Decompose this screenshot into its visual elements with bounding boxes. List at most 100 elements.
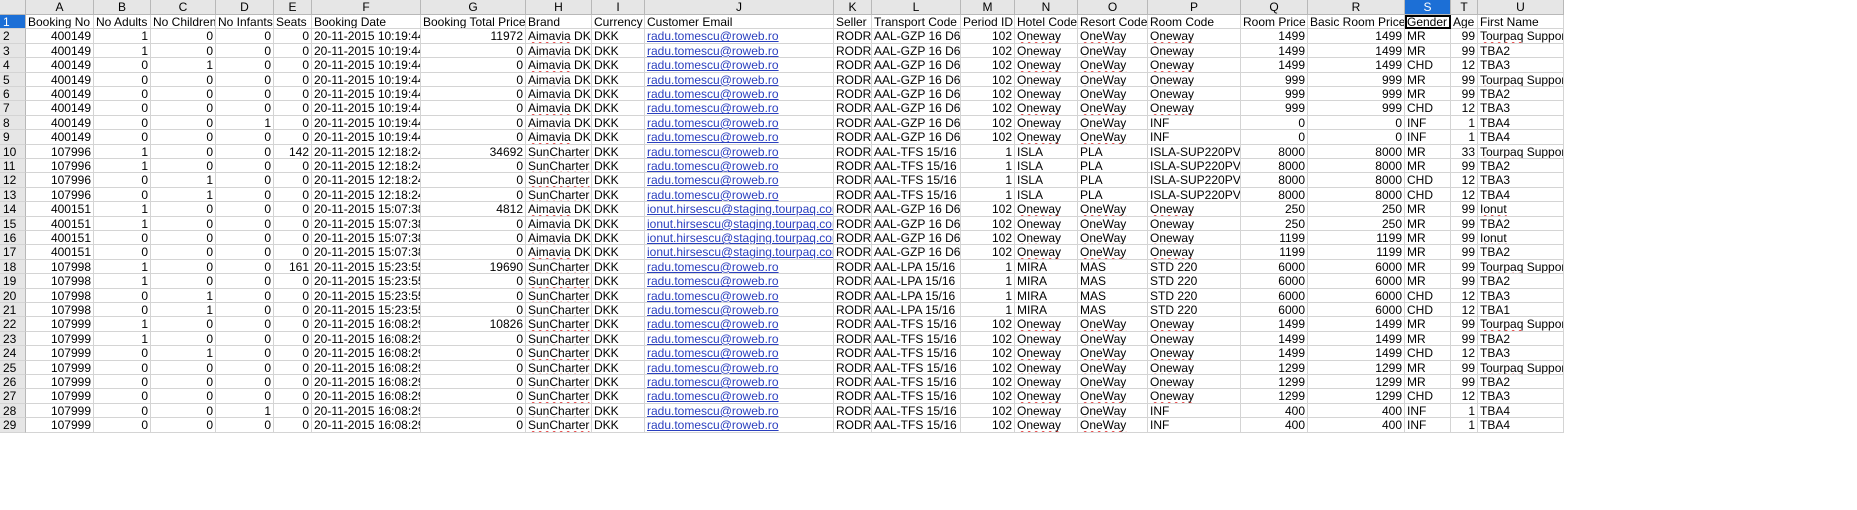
- table-cell[interactable]: 0: [94, 403, 151, 419]
- table-cell[interactable]: RODR: [834, 216, 872, 231]
- table-cell[interactable]: Oneway: [1148, 389, 1241, 404]
- table-cell[interactable]: SunCharter: [526, 187, 592, 203]
- table-cell[interactable]: MR: [1405, 317, 1451, 332]
- table-cell[interactable]: 102: [961, 331, 1015, 347]
- table-cell[interactable]: 8000: [1241, 187, 1308, 203]
- table-cell[interactable]: 107996: [26, 187, 94, 203]
- table-cell[interactable]: 20-11-2015 10:19:44: [312, 87, 421, 102]
- row-header-24[interactable]: 24: [0, 346, 26, 361]
- table-cell[interactable]: 1: [94, 29, 151, 44]
- row-header-29[interactable]: 29: [0, 418, 26, 433]
- table-cell[interactable]: INF: [1405, 418, 1451, 433]
- table-cell[interactable]: AAL-TFS 15/16: [872, 187, 961, 203]
- table-cell[interactable]: SunCharter: [526, 317, 592, 332]
- row-header-17[interactable]: 17: [0, 245, 26, 260]
- column-header-R[interactable]: R: [1308, 0, 1405, 15]
- table-cell[interactable]: 0: [1308, 115, 1405, 131]
- table-cell[interactable]: DKK: [592, 375, 645, 390]
- table-cell[interactable]: 1199: [1241, 245, 1308, 260]
- table-cell[interactable]: Oneway: [1015, 101, 1078, 116]
- table-cell[interactable]: 4812: [421, 202, 526, 217]
- column-header-U[interactable]: U: [1478, 0, 1564, 15]
- table-cell[interactable]: 99: [1451, 202, 1478, 217]
- table-cell[interactable]: 20-11-2015 15:07:38: [312, 202, 421, 217]
- table-cell[interactable]: 1199: [1308, 245, 1405, 260]
- table-cell[interactable]: radu.tomescu@roweb.ro: [645, 259, 834, 275]
- table-cell[interactable]: Oneway: [1015, 389, 1078, 404]
- table-cell[interactable]: DKK: [592, 130, 645, 145]
- table-cell[interactable]: radu.tomescu@roweb.ro: [645, 360, 834, 375]
- table-cell[interactable]: SunCharter: [526, 303, 592, 318]
- table-cell[interactable]: Aimavia DK: [526, 101, 592, 116]
- table-cell[interactable]: AAL-TFS 15/16: [872, 346, 961, 361]
- table-cell[interactable]: 1499: [1308, 331, 1405, 347]
- table-cell[interactable]: OneWay: [1078, 202, 1148, 217]
- table-cell[interactable]: 999: [1241, 87, 1308, 102]
- table-cell[interactable]: 99: [1451, 317, 1478, 332]
- table-cell[interactable]: 6000: [1308, 303, 1405, 318]
- table-cell[interactable]: 1199: [1308, 231, 1405, 246]
- table-cell[interactable]: radu.tomescu@roweb.ro: [645, 159, 834, 174]
- table-cell[interactable]: 102: [961, 130, 1015, 145]
- table-cell[interactable]: 12: [1451, 288, 1478, 303]
- header-cell-C[interactable]: No Children: [151, 15, 216, 30]
- table-cell[interactable]: PLA: [1078, 173, 1148, 188]
- table-cell[interactable]: Oneway: [1015, 58, 1078, 73]
- table-cell[interactable]: SunCharter: [526, 173, 592, 188]
- table-cell[interactable]: RODR: [834, 187, 872, 203]
- table-cell[interactable]: 1: [961, 144, 1015, 159]
- table-cell[interactable]: 20-11-2015 10:19:44: [312, 101, 421, 116]
- row-header-6[interactable]: 6: [0, 87, 26, 102]
- table-cell[interactable]: RODR: [834, 245, 872, 260]
- table-cell[interactable]: DKK: [592, 202, 645, 217]
- row-header-21[interactable]: 21: [0, 303, 26, 318]
- table-cell[interactable]: MR: [1405, 274, 1451, 289]
- table-cell[interactable]: 400149: [26, 87, 94, 102]
- table-cell[interactable]: radu.tomescu@roweb.ro: [645, 274, 834, 289]
- table-cell[interactable]: INF: [1405, 115, 1451, 131]
- table-cell[interactable]: 1: [94, 331, 151, 347]
- table-cell[interactable]: 6000: [1241, 288, 1308, 303]
- table-cell[interactable]: ISLA-SUP220PV: [1148, 173, 1241, 188]
- table-cell[interactable]: Aimavia DK: [526, 58, 592, 73]
- table-cell[interactable]: 0: [151, 360, 216, 375]
- table-cell[interactable]: AAL-TFS 15/16: [872, 144, 961, 159]
- table-cell[interactable]: 34692: [421, 144, 526, 159]
- table-cell[interactable]: 107999: [26, 389, 94, 404]
- header-cell-I[interactable]: Currency: [592, 15, 645, 30]
- table-cell[interactable]: 0: [94, 389, 151, 404]
- table-cell[interactable]: Oneway: [1015, 403, 1078, 419]
- table-cell[interactable]: 1: [961, 159, 1015, 174]
- header-cell-E[interactable]: Seats: [274, 15, 312, 30]
- table-cell[interactable]: RODR: [834, 231, 872, 246]
- table-cell[interactable]: ISLA: [1015, 187, 1078, 203]
- row-header-23[interactable]: 23: [0, 331, 26, 347]
- table-cell[interactable]: 0: [151, 216, 216, 231]
- table-cell[interactable]: 12: [1451, 389, 1478, 404]
- table-cell[interactable]: 102: [961, 216, 1015, 231]
- table-cell[interactable]: 0: [94, 360, 151, 375]
- table-cell[interactable]: 0: [274, 389, 312, 404]
- table-cell[interactable]: 102: [961, 202, 1015, 217]
- table-cell[interactable]: AAL-TFS 15/16: [872, 159, 961, 174]
- table-cell[interactable]: 0: [274, 173, 312, 188]
- table-cell[interactable]: Oneway: [1015, 72, 1078, 87]
- table-cell[interactable]: SunCharter: [526, 274, 592, 289]
- table-cell[interactable]: 0: [274, 58, 312, 73]
- table-cell[interactable]: 0: [274, 231, 312, 246]
- table-cell[interactable]: ionut.hirsescu@staging.tourpaq.com: [645, 245, 834, 260]
- table-cell[interactable]: CHD: [1405, 346, 1451, 361]
- row-header-14[interactable]: 14: [0, 202, 26, 217]
- table-cell[interactable]: 107998: [26, 274, 94, 289]
- table-cell[interactable]: 20-11-2015 15:23:55: [312, 259, 421, 275]
- table-cell[interactable]: 0: [274, 29, 312, 44]
- table-cell[interactable]: TBA4: [1478, 403, 1564, 419]
- table-cell[interactable]: 0: [216, 87, 274, 102]
- table-cell[interactable]: 107999: [26, 403, 94, 419]
- table-cell[interactable]: radu.tomescu@roweb.ro: [645, 130, 834, 145]
- table-cell[interactable]: RODR: [834, 29, 872, 44]
- row-header-22[interactable]: 22: [0, 317, 26, 332]
- table-cell[interactable]: 1: [961, 187, 1015, 203]
- table-cell[interactable]: Oneway: [1148, 87, 1241, 102]
- table-cell[interactable]: INF: [1405, 130, 1451, 145]
